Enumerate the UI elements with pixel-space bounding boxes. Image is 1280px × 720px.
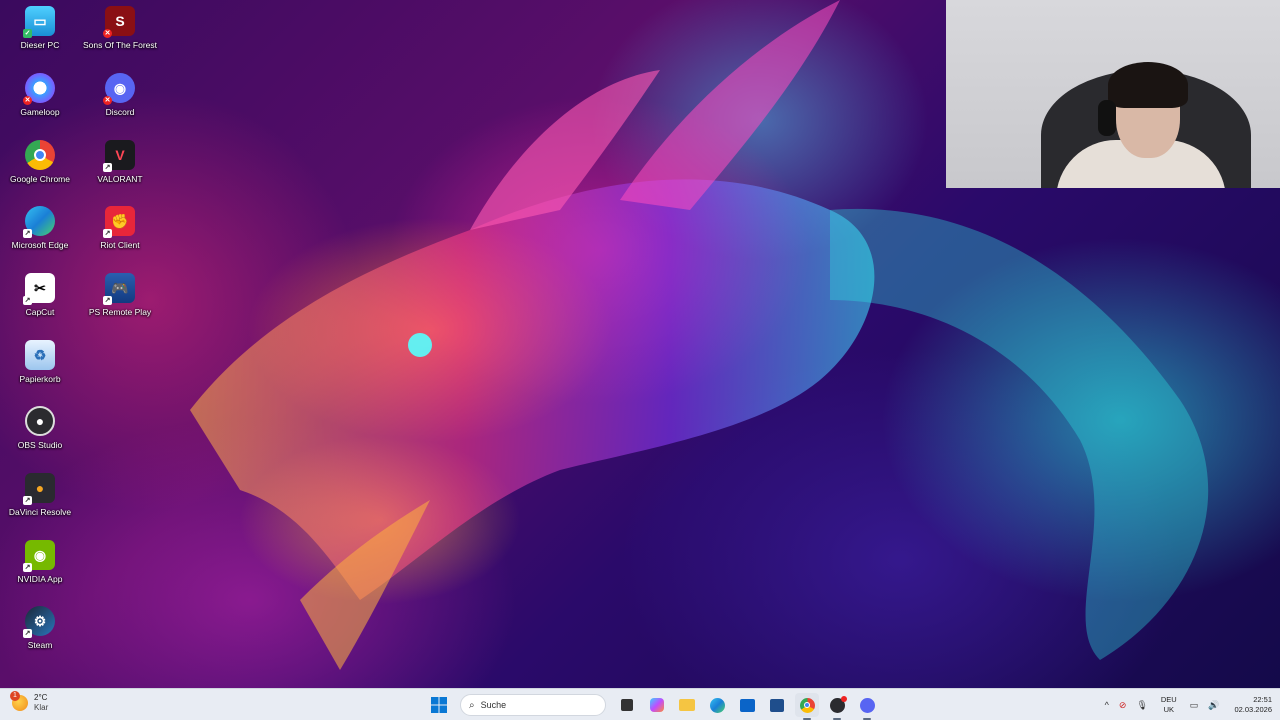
discord-taskbar-button[interactable]: [855, 693, 879, 720]
language-indicator[interactable]: DEU UK: [1161, 695, 1177, 715]
copilot-icon: [650, 698, 664, 712]
desktop-icon-riot-client[interactable]: ✊ ↗ Riot Client: [80, 206, 160, 266]
desktop-icon-label: Gameloop: [20, 107, 60, 117]
desktop-icon-obs-studio[interactable]: ● OBS Studio: [0, 406, 80, 466]
nvidia-icon: ◉ ↗: [23, 540, 55, 572]
steam-icon: ⚙ ↗: [23, 606, 55, 638]
obs-taskbar-button[interactable]: [825, 693, 849, 720]
folder-icon: [679, 699, 695, 711]
network-warning-icon[interactable]: ⊘: [1119, 700, 1127, 711]
valorant-icon: V ↗: [103, 140, 135, 172]
desktop-icon-label: Google Chrome: [9, 174, 70, 184]
desktop-icon-label: CapCut: [25, 307, 55, 317]
sons-of-the-forest-icon: S ✕: [103, 6, 135, 38]
search-icon: ⌕: [469, 699, 475, 711]
riot-icon: ✊ ↗: [103, 206, 135, 238]
outlook-button[interactable]: [735, 693, 759, 717]
copilot-button[interactable]: [645, 693, 669, 717]
edge-icon: ↗: [23, 206, 55, 238]
desktop-icon-label: PS Remote Play: [88, 307, 152, 317]
start-button[interactable]: [427, 693, 451, 717]
clock-time: 22:51: [1253, 695, 1272, 704]
desktop-icon-ps-remote-play[interactable]: 🎮 ↗ PS Remote Play: [80, 273, 160, 333]
desktop-icon-dieser-pc[interactable]: ▭ ✓ Dieser PC: [0, 6, 80, 66]
taskbar: 1 2°C Klar ⌕ Suche ^ ⊘ 🎙 DEU UK ▭ 🔊 22:5…: [0, 688, 1280, 720]
clock-date: 02.03.2026: [1234, 705, 1272, 714]
recycle-bin-icon: ♻: [25, 340, 55, 370]
ps-remote-play-icon: 🎮 ↗: [103, 273, 135, 305]
desktop-icon-label: Dieser PC: [20, 40, 60, 50]
edge-taskbar-button[interactable]: [705, 693, 729, 717]
desktop-icon-label: Microsoft Edge: [11, 240, 69, 250]
keyboard-layout: UK: [1163, 705, 1174, 714]
desktop-icon-label: Steam: [27, 640, 53, 650]
volume-icon[interactable]: 🔊: [1208, 700, 1219, 711]
weather-widget[interactable]: 1 2°C Klar: [10, 691, 49, 713]
language-code: DEU: [1160, 695, 1177, 704]
davinci-icon: ● ↗: [23, 473, 55, 505]
monitor-icon[interactable]: ▭: [1190, 700, 1199, 711]
desktop-icon-label: Riot Client: [100, 240, 140, 250]
discord-icon: ◉ ✕: [103, 73, 135, 105]
clock[interactable]: 22:51 02.03.2026: [1234, 695, 1272, 715]
weather-temperature: 2°C: [34, 693, 48, 702]
desktop-icon-davinci-resolve[interactable]: ● ↗ DaVinci Resolve: [0, 473, 80, 533]
microphone-icon[interactable]: 🎙: [1136, 700, 1147, 711]
computer-icon: ▭ ✓: [23, 6, 55, 38]
desktop-icon-microsoft-edge[interactable]: ↗ Microsoft Edge: [0, 206, 80, 266]
windows-logo-icon: [431, 697, 447, 713]
desktop-icon-valorant[interactable]: V ↗ VALORANT: [80, 140, 160, 200]
desktop-icon-label: VALORANT: [97, 174, 143, 184]
capcut-icon: ✂ ↗: [23, 273, 55, 305]
desktop-icon-discord[interactable]: ◉ ✕ Discord: [80, 73, 160, 133]
store-button[interactable]: [765, 693, 789, 717]
obs-icon: ●: [25, 406, 55, 436]
gameloop-icon: ✕: [23, 73, 55, 105]
weather-badge: 1: [10, 691, 20, 701]
chrome-taskbar-button[interactable]: [795, 693, 819, 720]
desktop-icon-steam[interactable]: ⚙ ↗ Steam: [0, 606, 80, 666]
desktop-icon-label: NVIDIA App: [17, 574, 63, 584]
taskbar-center: ⌕ Suche: [424, 693, 882, 720]
weather-condition: Klar: [34, 703, 49, 712]
file-explorer-button[interactable]: [675, 693, 699, 717]
desktop-icon-papierkorb[interactable]: ♻ Papierkorb: [0, 340, 80, 400]
store-icon: [770, 698, 784, 712]
chrome-icon: [799, 697, 815, 713]
desktop-icon-label: Sons Of The Forest: [82, 40, 157, 50]
headset: [1098, 100, 1116, 136]
edge-icon: [709, 697, 725, 713]
task-view-icon: [621, 699, 633, 711]
desktop-icon-gameloop[interactable]: ✕ Gameloop: [0, 73, 80, 133]
desktop-icon-label: Papierkorb: [19, 374, 61, 384]
desktop-icon-label: OBS Studio: [17, 440, 63, 450]
task-view-button[interactable]: [615, 693, 639, 717]
desktop-icon-nvidia-app[interactable]: ◉ ↗ NVIDIA App: [0, 540, 80, 600]
discord-icon: [859, 697, 875, 713]
chrome-icon: [25, 140, 55, 170]
webcam-overlay: [946, 0, 1280, 188]
desktop-icon-google-chrome[interactable]: Google Chrome: [0, 140, 80, 200]
obs-icon: [829, 695, 847, 713]
person-hair: [1108, 62, 1188, 108]
chevron-up-icon[interactable]: ^: [1105, 700, 1109, 710]
weather-sun-icon: 1: [10, 691, 28, 711]
system-tray: ^ ⊘ 🎙 DEU UK ▭ 🔊 22:51 02.03.2026: [1100, 689, 1280, 720]
outlook-icon: [739, 698, 755, 712]
desktop-icon-capcut[interactable]: ✂ ↗ CapCut: [0, 273, 80, 333]
desktop-icon-sons-of-the-forest[interactable]: S ✕ Sons Of The Forest: [80, 6, 160, 66]
desktop-icon-label: Discord: [105, 107, 135, 117]
taskbar-search[interactable]: ⌕ Suche: [460, 694, 606, 716]
desktop-icon-label: DaVinci Resolve: [8, 507, 72, 517]
search-placeholder: Suche: [480, 700, 507, 710]
